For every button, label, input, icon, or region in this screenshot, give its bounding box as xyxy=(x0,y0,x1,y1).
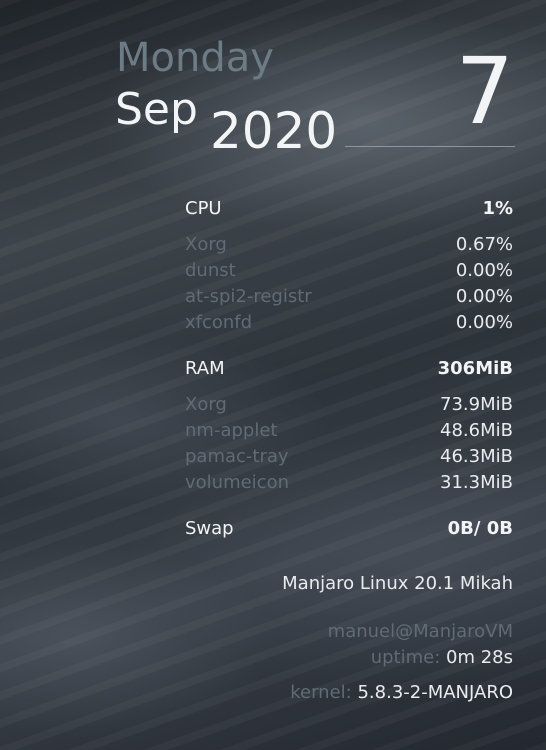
ram-process-value: 46.3MiB xyxy=(440,446,513,467)
user-host: manuel@ManjaroVM xyxy=(327,621,513,642)
cpu-total: 1% xyxy=(482,198,513,219)
uptime-value: 0m 28s xyxy=(446,647,513,668)
cpu-process-value: 0.67% xyxy=(455,234,513,255)
ram-process-name: nm-applet xyxy=(185,420,278,441)
cpu-process-name: Xorg xyxy=(185,234,227,255)
ram-process-value: 73.9MiB xyxy=(440,394,513,415)
ram-process-value: 31.3MiB xyxy=(440,472,513,493)
ram-process-name: Xorg xyxy=(185,394,227,415)
cpu-process-value: 0.00% xyxy=(455,260,513,281)
swap-value: 0B/ 0B xyxy=(447,518,513,539)
kernel-value: 5.8.3-2-MANJARO xyxy=(357,682,513,703)
cpu-label: CPU xyxy=(185,198,222,219)
cpu-process-name: xfconfd xyxy=(185,312,253,333)
ram-process-name: pamac-tray xyxy=(185,446,289,467)
uptime-label: uptime: xyxy=(370,647,441,668)
kernel-label: kernel: xyxy=(290,682,352,703)
cpu-process-value: 0.00% xyxy=(455,286,513,307)
date-divider xyxy=(345,146,515,147)
ram-total: 306MiB xyxy=(437,358,513,379)
ram-process-value: 48.6MiB xyxy=(440,420,513,441)
ram-label: RAM xyxy=(185,358,225,379)
weekday-label: Monday xyxy=(116,35,274,81)
day-number: 7 xyxy=(455,38,514,145)
month-label: Sep xyxy=(115,84,198,135)
cpu-process-name: at-spi2-registr xyxy=(185,286,312,307)
kernel-row: kernel: 5.8.3-2-MANJARO xyxy=(290,684,513,702)
uptime-row: uptime: 0m 28s xyxy=(371,649,513,667)
distro-name: Manjaro Linux 20.1 Mikah xyxy=(282,573,513,594)
cpu-process-value: 0.00% xyxy=(455,312,513,333)
ram-process-name: volumeicon xyxy=(185,472,290,493)
swap-label: Swap xyxy=(185,518,234,539)
cpu-process-name: dunst xyxy=(185,260,236,281)
year-label: 2020 xyxy=(210,102,338,160)
